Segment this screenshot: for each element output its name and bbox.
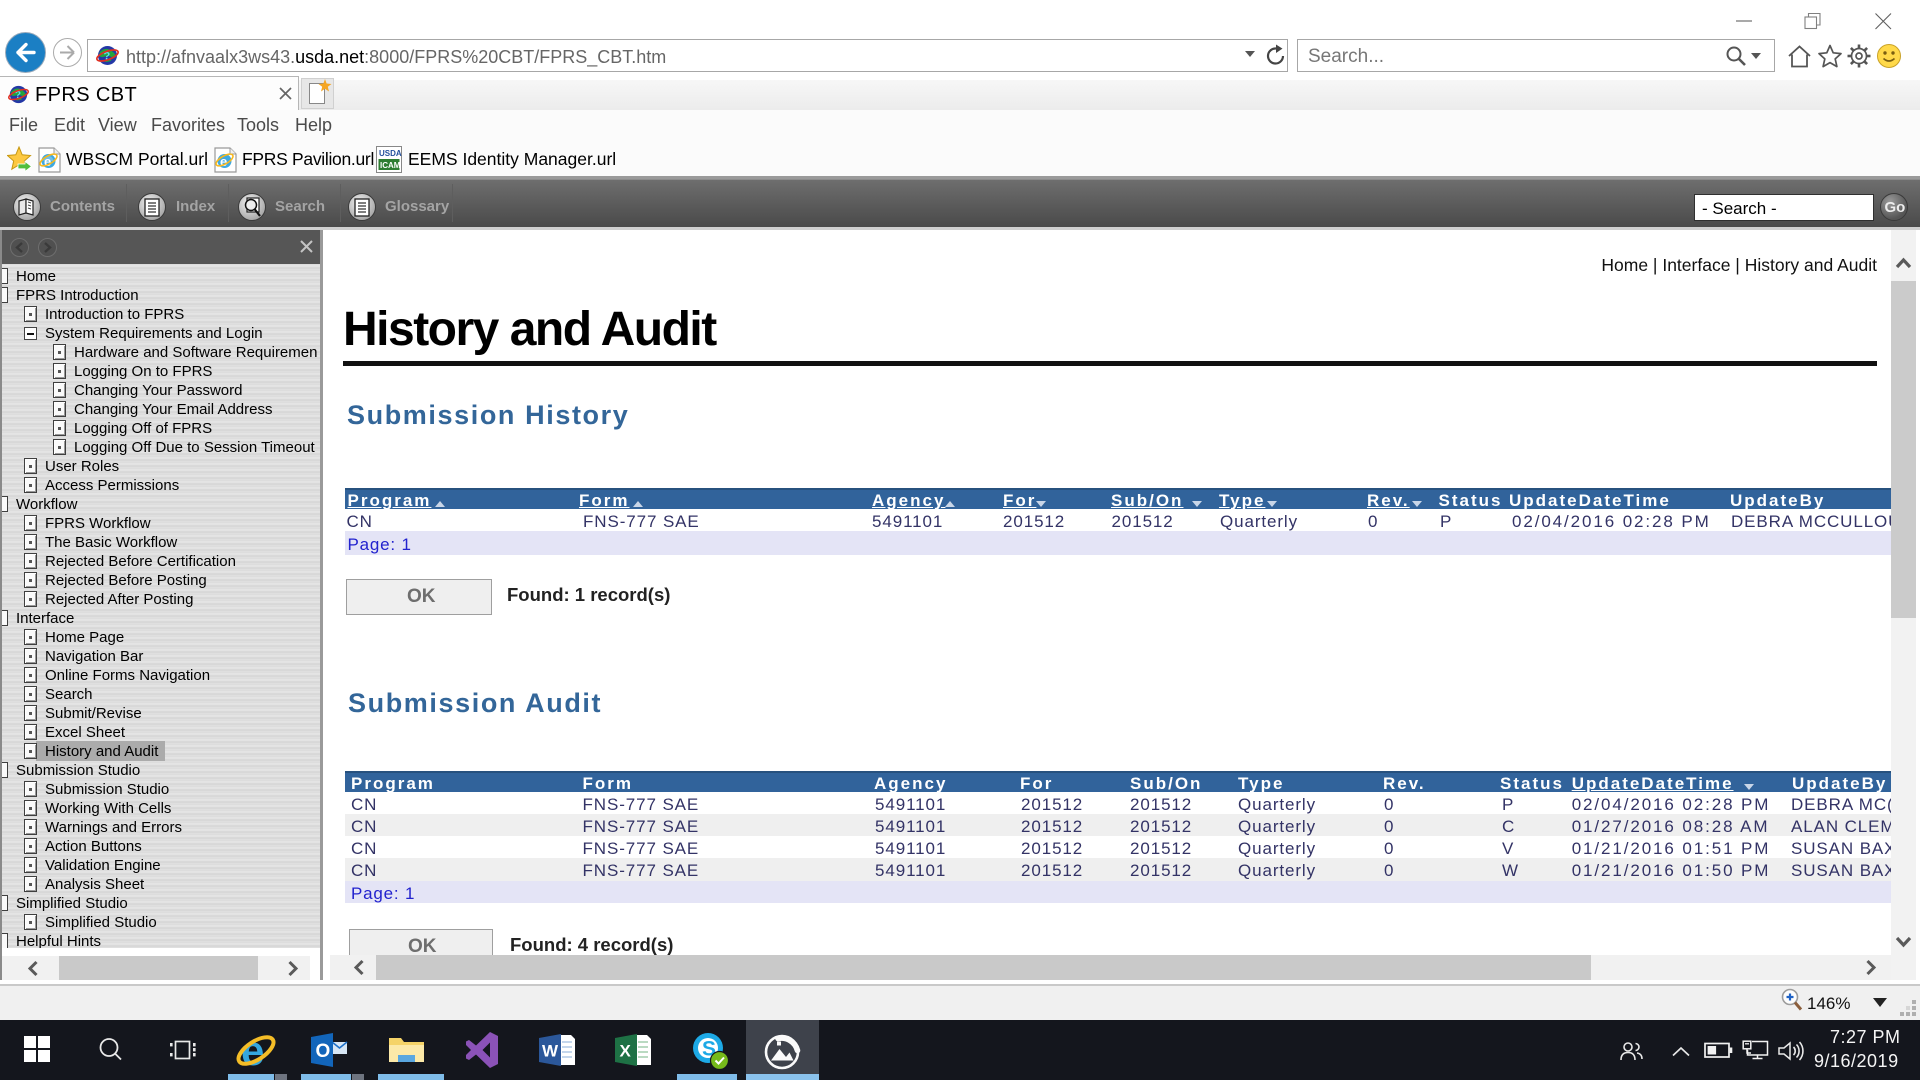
svg-text:X: X xyxy=(620,1042,632,1061)
svg-text:USDA: USDA xyxy=(379,149,402,158)
svg-text:ICAM: ICAM xyxy=(380,161,401,170)
svg-text:W: W xyxy=(542,1042,559,1061)
svg-text:O: O xyxy=(316,1041,331,1062)
